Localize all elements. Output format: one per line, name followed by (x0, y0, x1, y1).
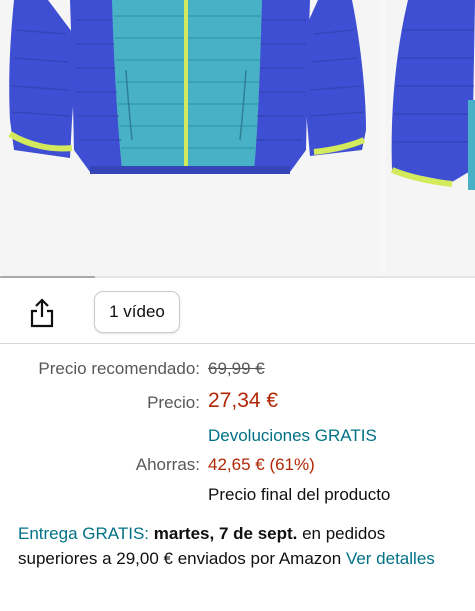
recommended-price-label: Precio recomendado: (38, 359, 200, 378)
carousel-scroll-thumb[interactable] (0, 276, 95, 278)
delivery-details-link[interactable]: Ver detalles (346, 549, 435, 568)
media-actions: 1 vídeo (0, 280, 475, 344)
free-returns-link[interactable]: Devoluciones GRATIS (208, 423, 377, 449)
jacket-illustration-2 (386, 0, 475, 278)
next-product-image[interactable] (386, 0, 475, 278)
savings-row: Ahorras: 42,65 € (61%) (0, 452, 475, 482)
price-value: 27,34 € (208, 389, 279, 412)
share-icon[interactable] (28, 298, 56, 328)
jacket-illustration (0, 0, 380, 278)
price-label: Precio: (147, 393, 200, 412)
video-button-label: 1 vídeo (109, 302, 165, 321)
recommended-price-row: Precio recomendado: 69,99 € (0, 356, 475, 386)
video-button[interactable]: 1 vídeo (94, 291, 180, 333)
final-price-note: Precio final del producto (208, 485, 391, 504)
product-image[interactable] (0, 0, 380, 278)
delivery-date: martes, 7 de sept. (153, 524, 298, 543)
delivery-message: Entrega GRATIS: martes, 7 de sept. en pe… (18, 521, 468, 571)
price-row: Precio: 27,34 € (0, 389, 475, 420)
savings-label: Ahorras: (135, 455, 200, 474)
recommended-price-value: 69,99 € (208, 359, 265, 378)
free-delivery-link[interactable]: Entrega GRATIS: (18, 524, 149, 543)
final-price-row: Precio final del producto (0, 482, 475, 512)
image-carousel[interactable] (0, 0, 475, 278)
carousel-scrollbar[interactable] (0, 276, 475, 278)
returns-row: Devoluciones GRATIS (0, 423, 475, 453)
savings-value: 42,65 € (61%) (208, 455, 315, 474)
